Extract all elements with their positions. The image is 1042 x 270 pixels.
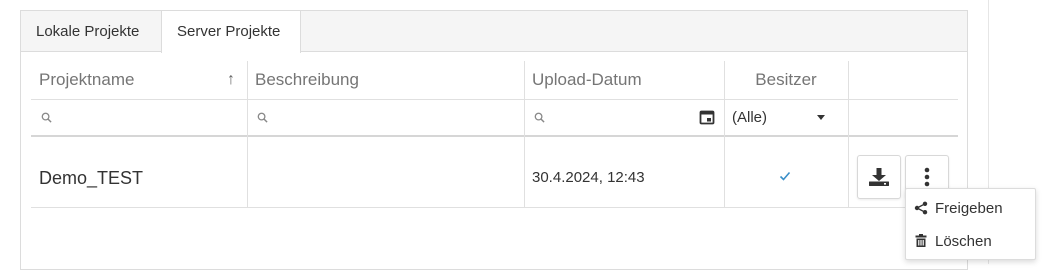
column-header-name-label: Projektname <box>39 70 135 89</box>
column-header-upload-date[interactable]: Upload-Datum <box>524 61 724 99</box>
projects-panel: Lokale Projekte Server Projekte Projektn… <box>20 10 968 270</box>
owner-select-value: (Alle) <box>732 109 768 126</box>
search-icon <box>41 112 52 123</box>
row-divider <box>31 207 958 208</box>
share-icon <box>914 201 928 215</box>
projects-table: Projektname ↑ Beschreibung Upload-Datum … <box>31 61 958 211</box>
project-description-cell <box>247 147 524 207</box>
column-header-name[interactable]: Projektname ↑ <box>31 61 247 99</box>
download-icon <box>869 168 889 186</box>
tab-server-projects[interactable]: Server Projekte <box>161 11 301 53</box>
table-row[interactable]: Demo_TEST <box>31 147 247 207</box>
column-header-owner-label: Besitzer <box>755 70 817 89</box>
sort-ascending-icon[interactable]: ↑ <box>227 61 235 99</box>
menu-item-share-label: Freigeben <box>935 200 1003 217</box>
download-button[interactable] <box>857 155 901 199</box>
search-icon <box>257 112 268 123</box>
project-name: Demo_TEST <box>39 168 144 188</box>
filter-name-field[interactable] <box>31 100 247 135</box>
project-owner-cell <box>724 147 848 207</box>
filter-upload-date-field[interactable] <box>524 100 724 135</box>
tab-local-projects[interactable]: Lokale Projekte <box>21 11 161 52</box>
menu-item-delete[interactable]: Löschen <box>906 224 1035 257</box>
column-header-description[interactable]: Beschreibung <box>247 61 524 99</box>
project-upload-date-cell: 30.4.2024, 12:43 <box>524 147 724 207</box>
tab-bar: Lokale Projekte Server Projekte <box>21 11 967 53</box>
column-header-upload-date-label: Upload-Datum <box>532 70 642 89</box>
column-header-description-label: Beschreibung <box>255 70 359 89</box>
filter-divider <box>31 135 958 137</box>
trash-icon <box>915 234 927 247</box>
filter-owner-select[interactable]: (Alle) <box>724 100 848 135</box>
search-icon <box>534 112 545 123</box>
calendar-icon[interactable] <box>699 109 715 125</box>
filter-description-field[interactable] <box>247 100 524 135</box>
context-menu: Freigeben Löschen <box>905 188 1036 260</box>
project-upload-date: 30.4.2024, 12:43 <box>532 169 645 186</box>
menu-item-share[interactable]: Freigeben <box>906 191 1035 224</box>
menu-item-delete-label: Löschen <box>935 233 992 250</box>
check-icon <box>779 171 791 181</box>
column-header-owner[interactable]: Besitzer <box>724 61 848 99</box>
more-vertical-icon <box>924 167 930 187</box>
chevron-down-icon <box>817 115 825 120</box>
